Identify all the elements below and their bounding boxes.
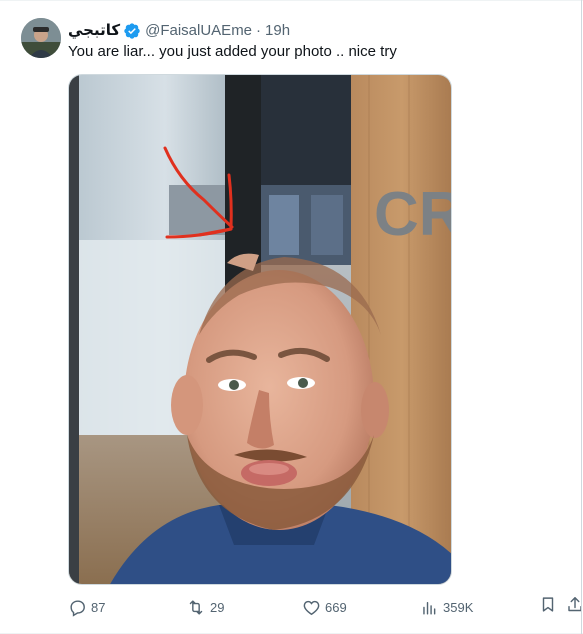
wall-lettering: CRO: [374, 180, 452, 249]
timeline-divider: [581, 0, 582, 634]
display-name[interactable]: كاتبجي: [68, 21, 120, 41]
retweet-button[interactable]: 29: [186, 597, 224, 617]
verified-badge-icon: [123, 22, 141, 40]
bookmark-button[interactable]: [538, 597, 558, 617]
header-separator: ·: [256, 22, 262, 39]
tweet-timestamp[interactable]: 19h: [265, 21, 290, 41]
like-count: 669: [325, 599, 347, 615]
user-handle[interactable]: @FaisalUAEme: [145, 21, 252, 41]
retweet-count: 29: [210, 599, 225, 615]
views-button[interactable]: 359K: [420, 597, 473, 617]
view-count: 359K: [443, 599, 474, 615]
tweet-actions: 87 29 669 359K: [68, 597, 583, 617]
reply-count: 87: [91, 599, 106, 615]
user-avatar[interactable]: [21, 18, 61, 58]
tweet-header: كاتبجي @FaisalUAEme · 19h: [68, 21, 290, 41]
reply-icon: [68, 598, 87, 617]
heart-icon: [302, 598, 321, 617]
tweet-photo[interactable]: CRO: [68, 74, 452, 585]
tweet-text: You are liar... you just added your phot…: [68, 43, 397, 60]
views-icon: [420, 598, 439, 617]
bookmark-icon: [539, 595, 557, 619]
retweet-icon: [186, 598, 206, 617]
tweet-container[interactable]: كاتبجي @FaisalUAEme · 19h You are liar..…: [0, 0, 583, 634]
like-button[interactable]: 669: [302, 597, 347, 617]
reply-button[interactable]: 87: [68, 597, 105, 617]
